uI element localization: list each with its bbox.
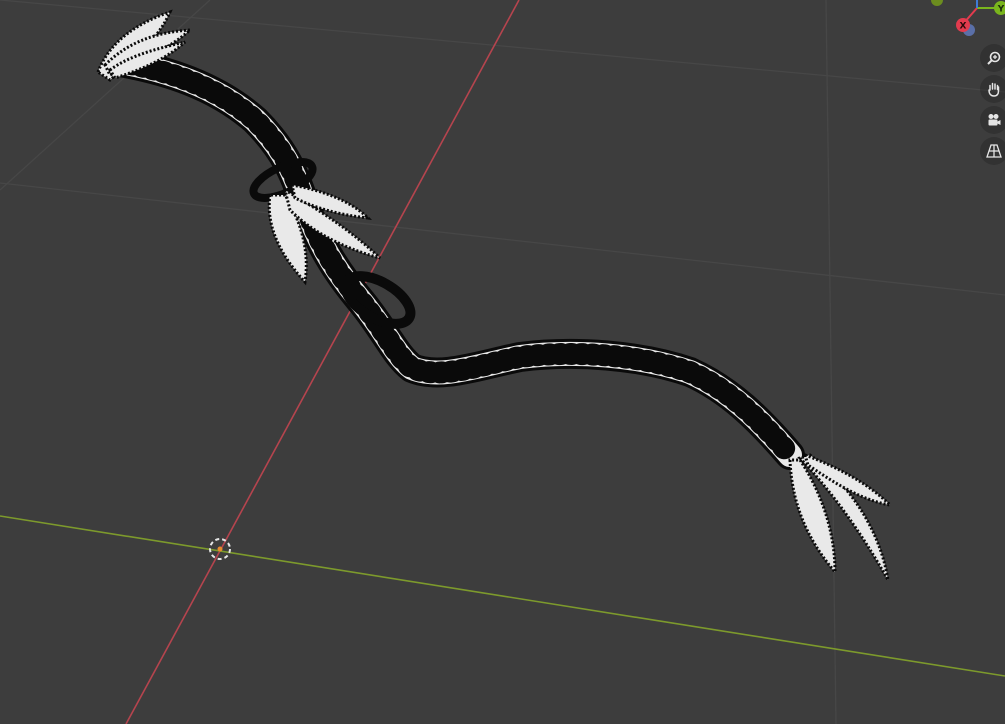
grid-line <box>0 0 211 191</box>
axis-gizmo-svg: X Y <box>931 0 1005 36</box>
grid-line <box>0 182 1005 296</box>
3d-cursor[interactable] <box>209 538 231 560</box>
camera-icon <box>988 114 1001 126</box>
selected-mesh-object[interactable] <box>96 9 895 581</box>
zoom-icon <box>987 51 1001 65</box>
gizmo-y-label: Y <box>997 5 1005 15</box>
gizmo-x-label: X <box>960 22 967 32</box>
3d-viewport[interactable]: X Y <box>0 0 1005 724</box>
gizmo-neg-y-dot[interactable] <box>931 0 943 6</box>
y-axis-line <box>0 515 1005 677</box>
stem-face <box>108 50 802 467</box>
navigation-tools <box>980 44 1005 168</box>
hand-icon <box>988 82 1000 97</box>
perspective-toggle-button[interactable] <box>980 137 1005 165</box>
zoom-button[interactable] <box>980 44 1005 72</box>
camera-view-button[interactable] <box>980 106 1005 134</box>
grid-line <box>825 0 837 724</box>
3d-cursor-center <box>217 546 223 552</box>
stem-vertex-rings <box>109 51 801 466</box>
stem-outline <box>105 47 805 470</box>
leaf-cluster-bottom <box>788 452 895 581</box>
scene-canvas[interactable] <box>0 0 1005 724</box>
pan-button[interactable] <box>980 75 1005 103</box>
navigation-gizmo[interactable]: X Y <box>925 0 1005 40</box>
perspective-grid-icon <box>986 144 1002 158</box>
